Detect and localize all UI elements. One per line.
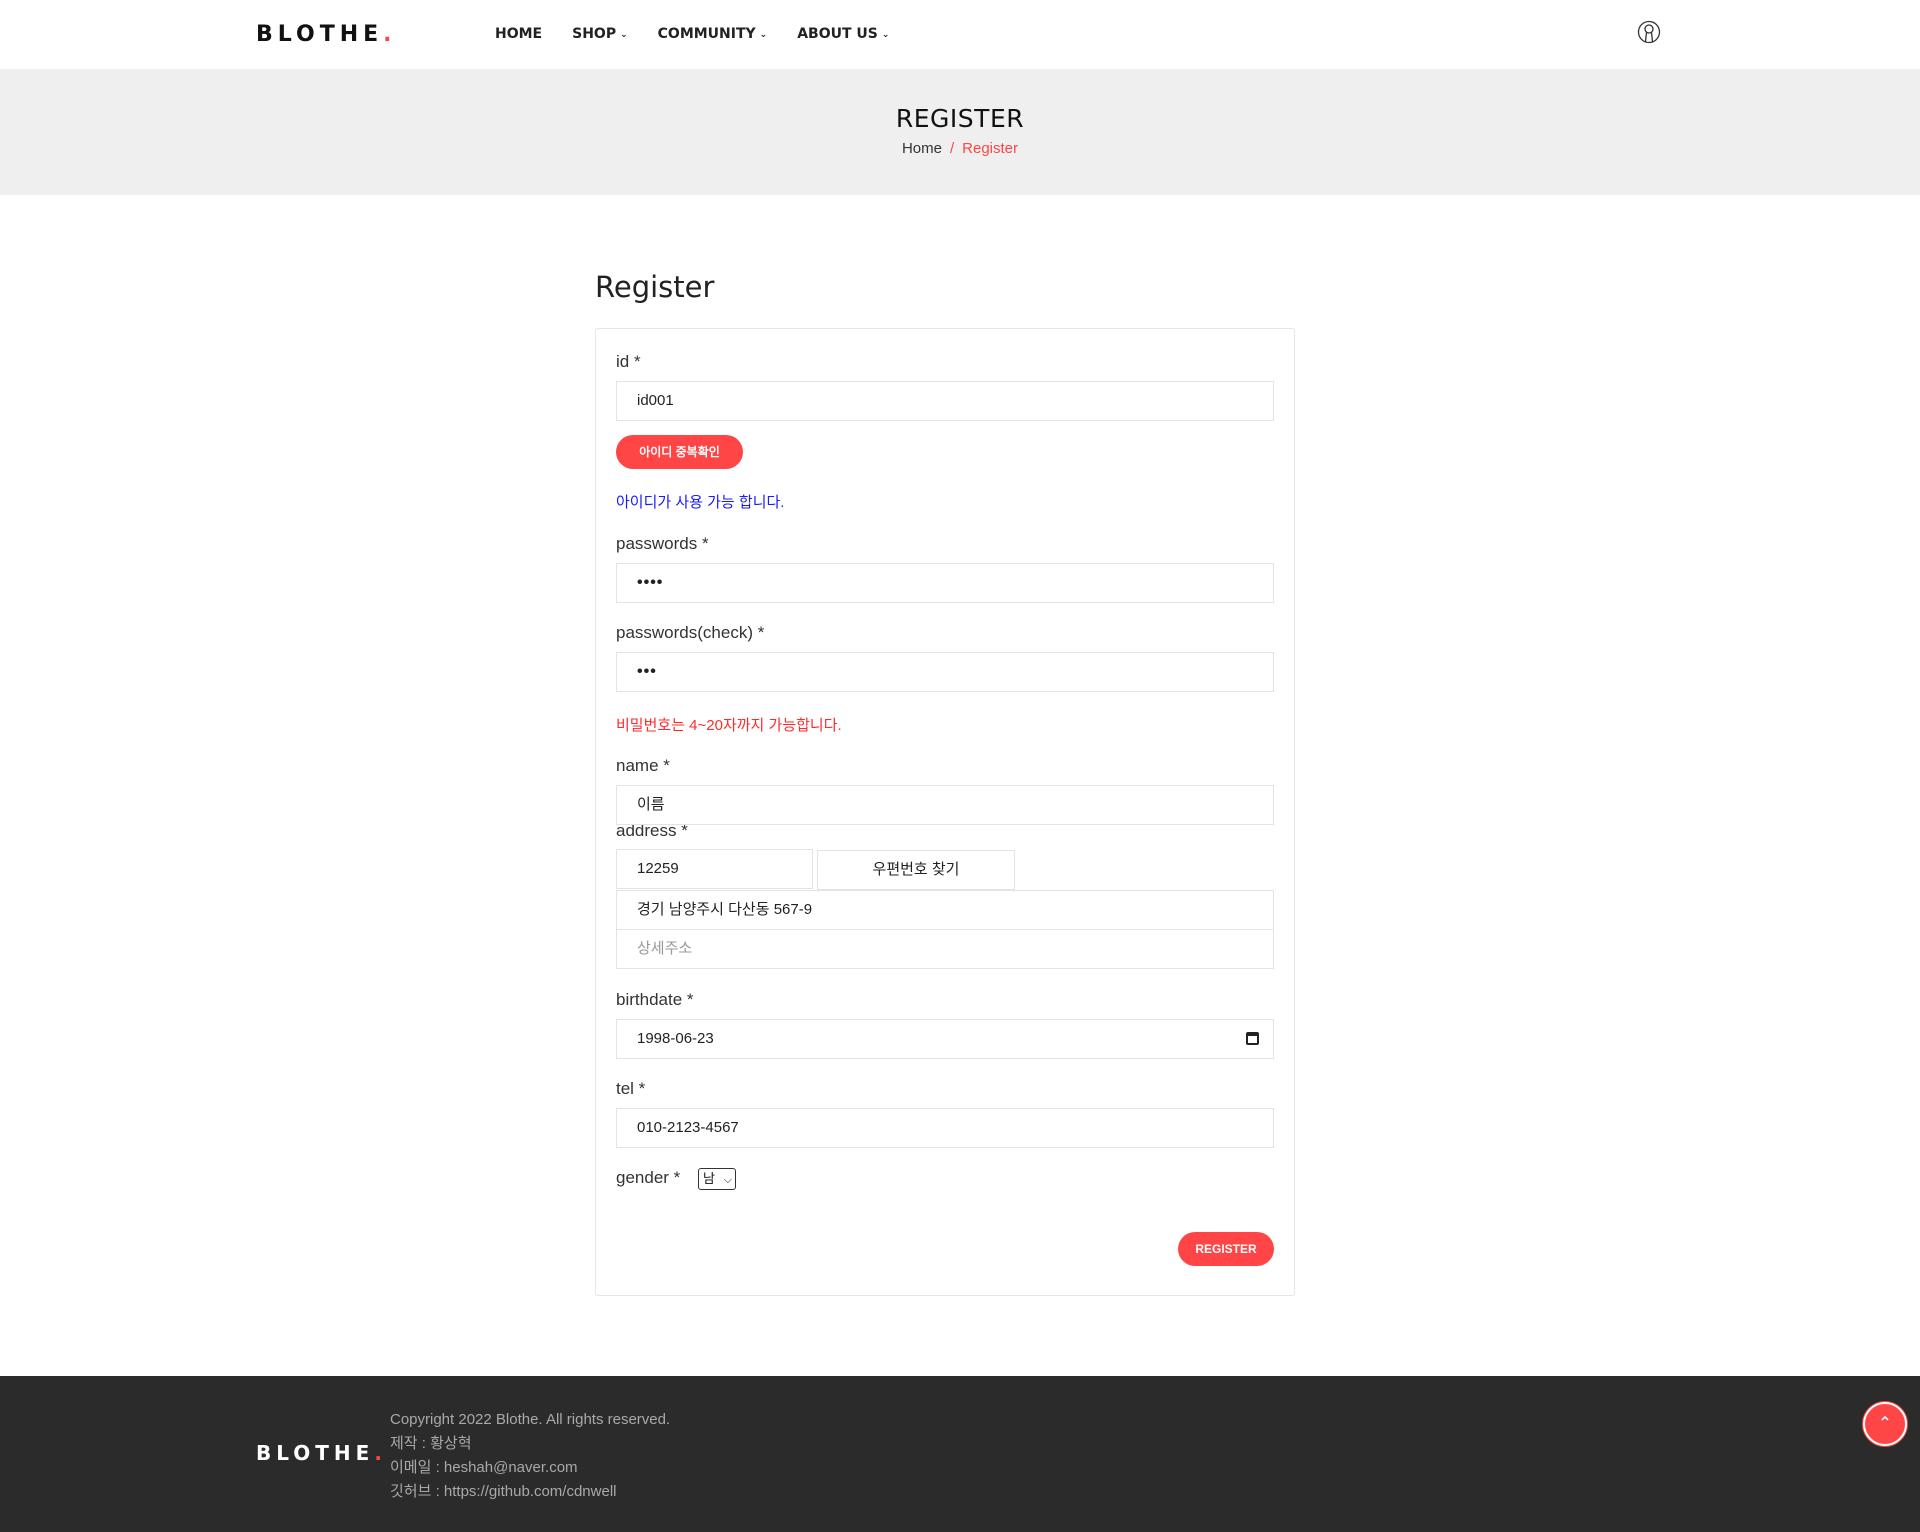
tel-label: tel * [616, 1079, 646, 1098]
nav-community[interactable]: COMMUNITY ⌄ [658, 26, 768, 42]
main-nav: HOME SHOP ⌄ COMMUNITY ⌄ ABOUT US ⌄ [495, 26, 919, 42]
site-footer: BLOTHE. Copyright 2022 Blothe. All right… [0, 1376, 1920, 1532]
user-icon[interactable] [1637, 20, 1661, 44]
breadcrumb-separator: / [949, 140, 955, 157]
find-postcode-button[interactable]: 우편번호 찾기 [817, 850, 1015, 890]
password-check-input[interactable]: ••• [616, 652, 1274, 692]
calendar-icon[interactable] [1246, 1032, 1259, 1045]
nav-home[interactable]: HOME [495, 26, 542, 42]
footer-email: 이메일 : heshah@naver.com [390, 1459, 578, 1476]
gender-selected-value: 남 [703, 1171, 715, 1186]
site-header: BLOTHE. HOME SHOP ⌄ COMMUNITY ⌄ ABOUT US ⌄ [0, 0, 1920, 69]
chevron-down-icon: ⌵ [723, 1174, 732, 1186]
id-check-button[interactable]: 아이디 중복확인 [616, 435, 743, 469]
breadcrumb-current: Register [962, 140, 1019, 157]
scroll-to-top-button[interactable]: ⌃ [1863, 1402, 1907, 1446]
birthdate-input[interactable]: 1998-06-23 [616, 1019, 1274, 1059]
id-status-message: 아이디가 사용 가능 합니다. [616, 494, 785, 511]
postcode-input[interactable]: 12259 [616, 849, 813, 889]
password-label: passwords * [616, 534, 709, 553]
footer-maker: 제작 : 황상혁 [390, 1435, 472, 1452]
password-check-label: passwords(check) * [616, 623, 765, 642]
nav-about-us[interactable]: ABOUT US ⌄ [797, 26, 889, 42]
id-input[interactable]: id001 [616, 381, 1274, 421]
breadcrumb: Home / Register [0, 140, 1920, 157]
page-title: REGISTER [895, 104, 1025, 133]
tel-input[interactable]: 010-2123-4567 [616, 1108, 1274, 1148]
footer-logo[interactable]: BLOTHE. [256, 1441, 387, 1465]
id-label: id * [616, 352, 641, 371]
name-label: name * [616, 756, 670, 775]
footer-copyright: Copyright 2022 Blothe. All rights reserv… [390, 1411, 671, 1428]
address-detail-input[interactable]: 상세주소 [616, 929, 1274, 969]
footer-info: Copyright 2022 Blothe. All rights reserv… [390, 1408, 670, 1504]
password-error-message: 비밀번호는 4~20자까지 가능합니다. [616, 717, 842, 734]
name-input[interactable]: 이름 [616, 785, 1274, 825]
form-title: Register [595, 270, 715, 304]
chevron-down-icon: ⌄ [881, 30, 890, 40]
chevron-down-icon: ⌄ [620, 30, 628, 40]
site-logo[interactable]: BLOTHE. [256, 22, 397, 47]
gender-label: gender * [616, 1168, 681, 1187]
page-banner: REGISTER Home / Register [0, 69, 1920, 195]
chevron-down-icon: ⌄ [759, 30, 768, 40]
double-chevron-up-icon: ⌃ [1878, 1415, 1892, 1432]
gender-select[interactable]: 남 ⌵ [698, 1168, 736, 1190]
birthdate-value: 1998-06-23 [637, 1030, 714, 1047]
nav-shop[interactable]: SHOP ⌄ [572, 26, 628, 42]
birthdate-label: birthdate * [616, 990, 694, 1009]
address-input[interactable]: 경기 남양주시 다산동 567-9 [616, 890, 1274, 930]
footer-github: 깃허브 : https://github.com/cdnwell [390, 1483, 617, 1500]
password-input[interactable]: •••• [616, 563, 1274, 603]
breadcrumb-home[interactable]: Home [902, 140, 942, 157]
register-submit-button[interactable]: REGISTER [1178, 1232, 1274, 1266]
